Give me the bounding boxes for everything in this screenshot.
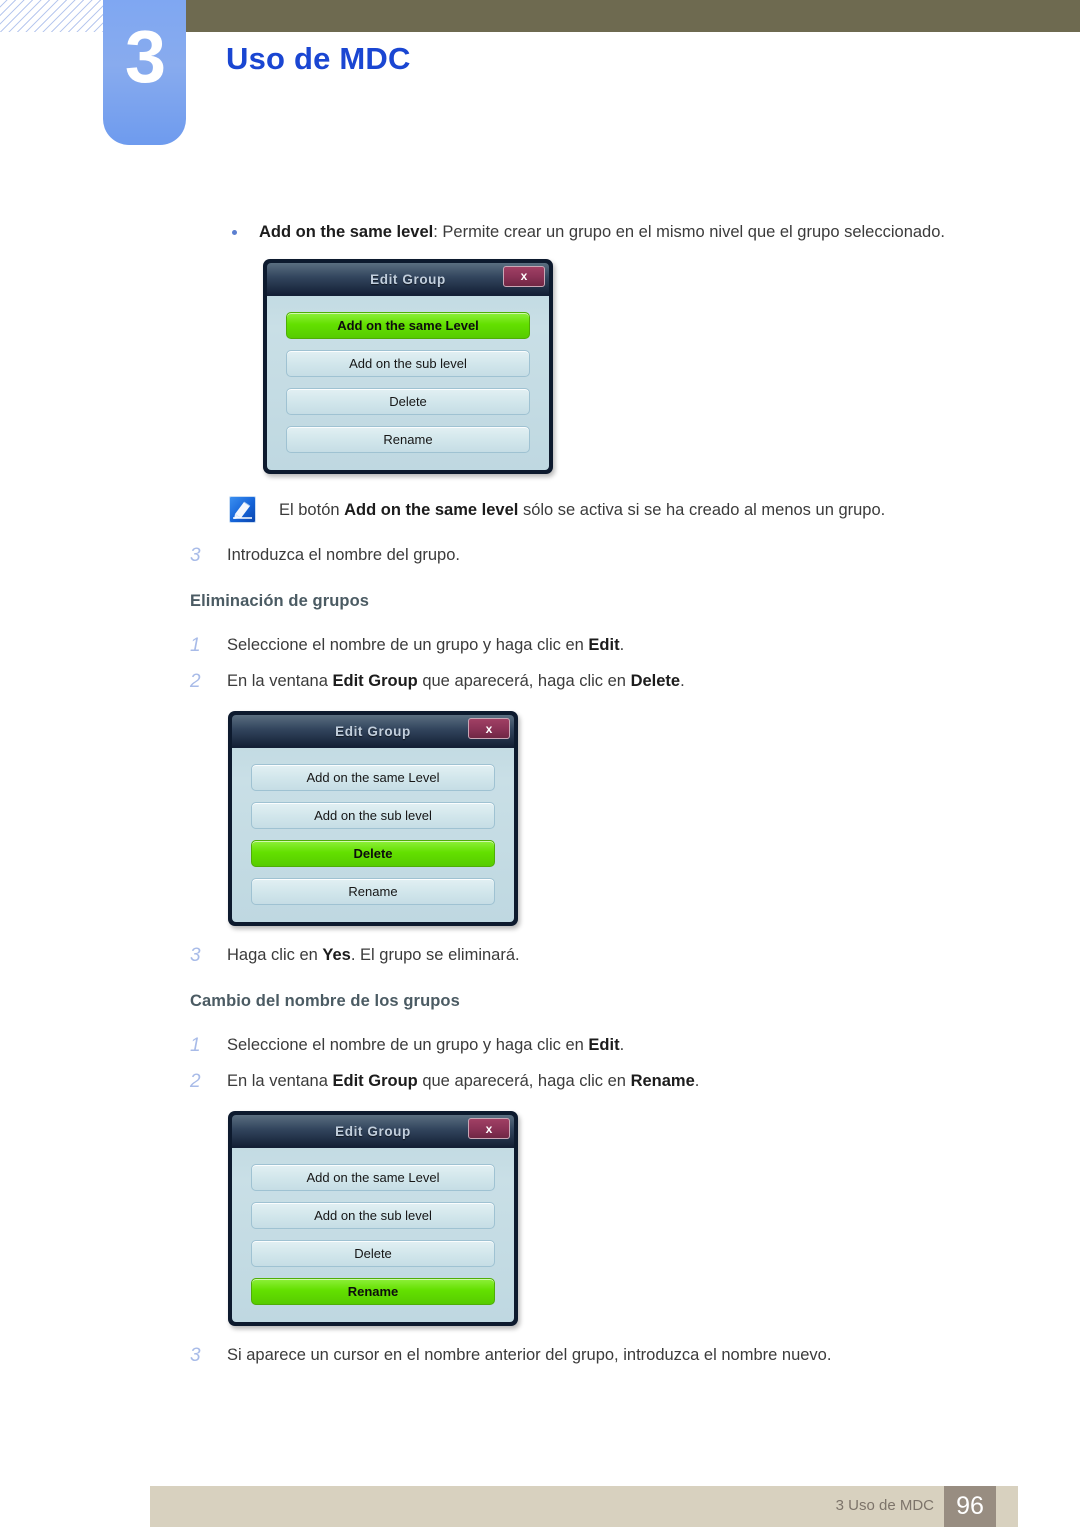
step-delete-3: 3 Haga clic en Yes. El grupo se eliminar… <box>0 943 1080 969</box>
dialog-2-area: Edit Group x Add on the same Level Add o… <box>0 711 1080 927</box>
button-rename[interactable]: Rename <box>286 425 530 453</box>
heading-cambio-nombre-grupos: Cambio del nombre de los grupos <box>190 992 460 1011</box>
step-text-before: Haga clic en <box>227 946 323 965</box>
step-delete-1: 1 Seleccione el nombre de un grupo y hag… <box>0 633 1080 659</box>
dialog-title: Edit Group <box>370 271 446 287</box>
step-number: 2 <box>190 671 201 693</box>
step-text-after: . <box>619 636 625 655</box>
page-title: Uso de MDC <box>226 41 411 76</box>
footer-chapter-ref: 3 Uso de MDC <box>835 1497 934 1514</box>
button-add-on-the-sub-level[interactable]: Add on the sub level <box>251 1202 495 1230</box>
page-footer: 3 Uso de MDC 96 <box>150 1486 1018 1527</box>
note-text-before: El botón <box>279 500 345 519</box>
button-add-on-the-same-level[interactable]: Add on the same Level <box>251 764 495 792</box>
step-bold-2: Rename <box>630 1072 695 1091</box>
bullet-add-same-level: Add on the same level: Permite crear un … <box>0 221 1080 245</box>
button-rename[interactable]: Rename <box>251 1278 495 1306</box>
note-add-same-level: El botón Add on the same level sólo se a… <box>0 495 1080 523</box>
step-text-before: En la ventana <box>227 1072 333 1091</box>
step-text-after: . El grupo se eliminará. <box>350 946 520 965</box>
step-number: 3 <box>190 945 201 967</box>
step-add-3: 3 Introduzca el nombre del grupo. <box>0 543 1080 569</box>
step-text-after: . <box>619 1036 625 1055</box>
step-number: 3 <box>190 545 201 567</box>
dialog-titlebar: Edit Group x <box>232 1115 514 1149</box>
header-olive-bar <box>186 0 1080 32</box>
step-number: 1 <box>190 635 201 657</box>
step-bold-2: Delete <box>630 672 681 691</box>
bullet-dot-icon <box>232 230 237 235</box>
note-bold: Add on the same level <box>344 500 519 519</box>
heading-eliminacion-de-grupos: Eliminación de grupos <box>190 592 370 611</box>
dialog-1-area: Edit Group x Add on the same Level Add o… <box>0 258 1080 477</box>
step-number: 1 <box>190 1035 201 1057</box>
chapter-tab: 3 <box>103 0 186 145</box>
edit-group-dialog-1: Edit Group x Add on the same Level Add o… <box>263 258 553 474</box>
edit-group-dialog-3: Edit Group x Add on the same Level Add o… <box>228 1111 518 1327</box>
dialog-title: Edit Group <box>335 1124 411 1140</box>
close-icon[interactable]: x <box>468 718 510 740</box>
dialog-3-area: Edit Group x Add on the same Level Add o… <box>0 1111 1080 1327</box>
close-icon[interactable]: x <box>503 265 545 287</box>
dialog-body: Add on the same Level Add on the sub lev… <box>232 1148 514 1323</box>
document-page: 3 Uso de MDC Add on the same level: Perm… <box>0 0 1080 1527</box>
button-delete[interactable]: Delete <box>251 1240 495 1268</box>
page-content: Add on the same level: Permite crear un … <box>0 160 1080 1369</box>
chapter-number: 3 <box>124 15 166 98</box>
bullet-text: : Permite crear un grupo en el mismo niv… <box>433 223 945 241</box>
dialog-titlebar: Edit Group x <box>267 262 549 296</box>
step-rename-2: 2 En la ventana Edit Group que aparecerá… <box>0 1069 1080 1095</box>
note-text-after: sólo se activa si se ha creado al menos … <box>518 500 886 519</box>
dialog-title: Edit Group <box>335 724 411 740</box>
step-text: Si aparece un cursor en el nombre anteri… <box>227 1346 832 1365</box>
step-bold: Edit <box>588 636 620 655</box>
button-delete[interactable]: Delete <box>286 387 530 415</box>
step-rename-1: 1 Seleccione el nombre de un grupo y hag… <box>0 1033 1080 1059</box>
step-text-after: . <box>694 1072 700 1091</box>
button-delete[interactable]: Delete <box>251 840 495 868</box>
step-bold-1: Edit Group <box>332 672 418 691</box>
step-text-middle: que aparecerá, haga clic en <box>417 672 631 691</box>
step-number: 2 <box>190 1071 201 1093</box>
button-add-on-the-sub-level[interactable]: Add on the sub level <box>251 802 495 830</box>
step-bold-1: Edit Group <box>332 1072 418 1091</box>
button-add-on-the-sub-level[interactable]: Add on the sub level <box>286 349 530 377</box>
step-text-middle: que aparecerá, haga clic en <box>417 1072 631 1091</box>
step-bold: Yes <box>322 946 351 965</box>
step-text-before: Seleccione el nombre de un grupo y haga … <box>227 636 589 655</box>
button-rename[interactable]: Rename <box>251 878 495 906</box>
dialog-body: Add on the same Level Add on the sub lev… <box>232 748 514 923</box>
edit-group-dialog-2: Edit Group x Add on the same Level Add o… <box>228 711 518 927</box>
step-text-before: En la ventana <box>227 672 333 691</box>
button-add-on-the-same-level[interactable]: Add on the same Level <box>286 311 530 339</box>
hatch-decoration <box>0 0 103 32</box>
step-bold: Edit <box>588 1036 620 1055</box>
dialog-body: Add on the same Level Add on the sub lev… <box>267 295 549 470</box>
note-pen-icon <box>229 495 256 523</box>
button-add-on-the-same-level[interactable]: Add on the same Level <box>251 1164 495 1192</box>
step-text-after: . <box>680 672 685 691</box>
dialog-titlebar: Edit Group x <box>232 715 514 749</box>
step-number: 3 <box>190 1345 201 1367</box>
bullet-label: Add on the same level <box>259 223 434 241</box>
step-text-before: Seleccione el nombre de un grupo y haga … <box>227 1036 589 1055</box>
step-text: Introduzca el nombre del grupo. <box>227 546 460 565</box>
footer-page-number: 96 <box>944 1486 996 1527</box>
close-icon[interactable]: x <box>468 1118 510 1140</box>
step-rename-3: 3 Si aparece un cursor en el nombre ante… <box>0 1343 1080 1369</box>
step-delete-2: 2 En la ventana Edit Group que aparecerá… <box>0 669 1080 695</box>
